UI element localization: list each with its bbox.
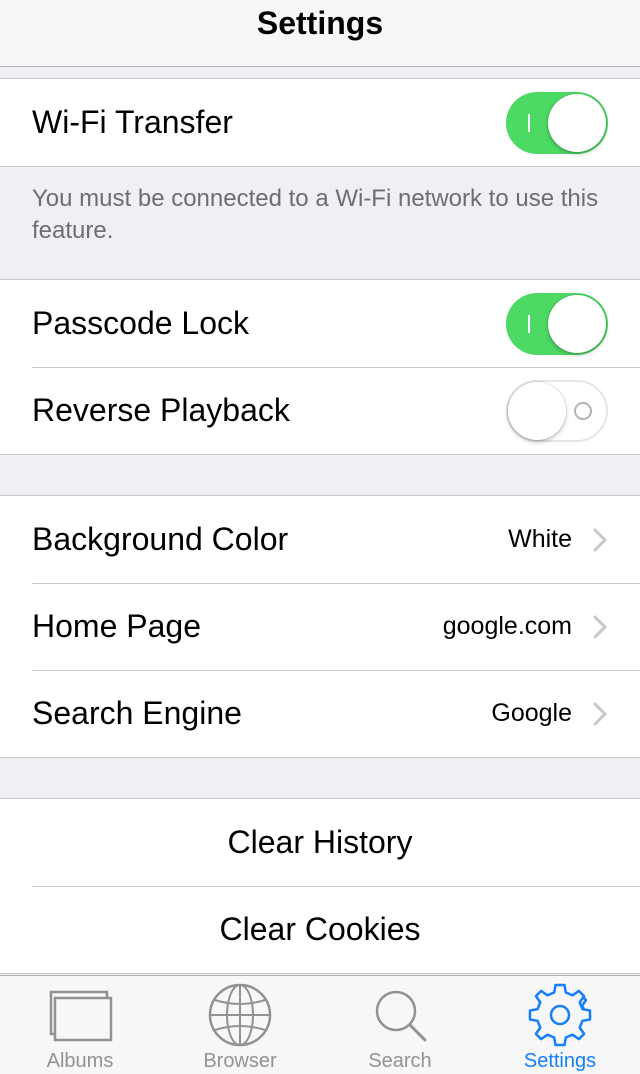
reverse-playback-row: Reverse Playback	[0, 367, 640, 454]
tab-albums-label: Albums	[46, 1050, 114, 1072]
actions-group: Clear History Clear Cookies	[0, 798, 640, 974]
search-engine-row[interactable]: Search Engine Google	[0, 670, 640, 757]
reverse-playback-toggle[interactable]	[506, 379, 608, 442]
tab-settings-label: Settings	[523, 1050, 597, 1072]
reverse-playback-label: Reverse Playback	[32, 392, 290, 428]
home-page-row[interactable]: Home Page google.com	[0, 583, 640, 670]
tab-albums[interactable]: Albums	[0, 976, 160, 1074]
clear-cookies-label: Clear Cookies	[219, 911, 421, 947]
settings-list[interactable]: Wi-Fi Transfer You must be connected to …	[0, 67, 640, 975]
preferences-group: Background Color White Home Page google.…	[0, 495, 640, 758]
toggle-on-mark-icon	[528, 314, 530, 333]
chevron-right-icon	[593, 528, 607, 551]
home-page-value: google.com	[442, 612, 572, 640]
tab-search[interactable]: Search	[320, 976, 480, 1074]
clear-history-label: Clear History	[227, 824, 413, 860]
albums-icon	[49, 990, 113, 1042]
search-engine-value: Google	[491, 699, 572, 727]
tab-bar: Albums Browser Search Settings	[0, 975, 640, 1074]
search-icon	[375, 990, 427, 1042]
background-color-row[interactable]: Background Color White	[0, 496, 640, 583]
page-title: Settings	[256, 5, 384, 41]
background-color-label: Background Color	[32, 521, 289, 557]
toggle-knob	[548, 294, 606, 353]
nav-bar: Settings	[0, 0, 640, 67]
toggle-knob	[508, 381, 566, 440]
gear-icon	[528, 983, 592, 1047]
passcode-lock-toggle[interactable]	[506, 292, 608, 355]
home-page-label: Home Page	[32, 608, 201, 644]
chevron-right-icon	[593, 702, 607, 725]
passcode-lock-row: Passcode Lock	[0, 280, 640, 367]
passcode-lock-label: Passcode Lock	[32, 305, 250, 341]
toggle-knob	[548, 93, 606, 152]
wifi-transfer-label: Wi-Fi Transfer	[32, 104, 233, 140]
toggle-on-mark-icon	[528, 113, 530, 132]
wifi-transfer-row: Wi-Fi Transfer	[0, 79, 640, 166]
tab-settings[interactable]: Settings	[480, 976, 640, 1074]
wifi-transfer-toggle[interactable]	[506, 91, 608, 154]
clear-cookies-button[interactable]: Clear Cookies	[0, 886, 640, 973]
search-engine-label: Search Engine	[32, 695, 242, 731]
wifi-note: You must be connected to a Wi-Fi network…	[32, 185, 599, 244]
wifi-group: Wi-Fi Transfer	[0, 78, 640, 167]
tab-search-label: Search	[368, 1050, 432, 1072]
security-group: Passcode Lock Reverse Playback	[0, 279, 640, 455]
chevron-right-icon	[593, 615, 607, 638]
toggle-off-mark-icon	[574, 401, 592, 420]
clear-history-button[interactable]: Clear History	[0, 799, 640, 886]
tab-browser[interactable]: Browser	[160, 976, 320, 1074]
tab-browser-label: Browser	[203, 1050, 277, 1072]
globe-icon	[208, 983, 272, 1047]
background-color-value: White	[508, 525, 572, 553]
